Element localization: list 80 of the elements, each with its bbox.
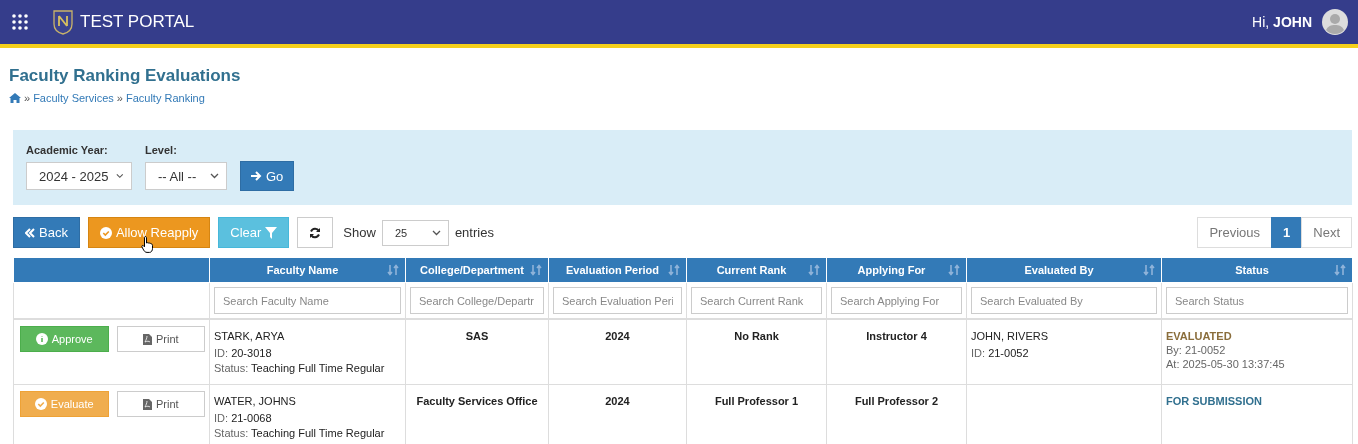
faculty-status: Status: Teaching Full Time Regular [214, 427, 386, 439]
filter-label: Academic Year: [26, 144, 109, 156]
home-icon[interactable] [9, 93, 21, 103]
caret-icon [210, 173, 219, 179]
faculty-name: STARK, ARYA [214, 330, 286, 342]
breadcrumb-separator: » [24, 92, 31, 104]
refresh-icon [309, 226, 322, 239]
go-button[interactable]: Go [240, 161, 295, 191]
table-cell: 2024 [605, 330, 630, 342]
table-cell: 2024 [605, 395, 630, 407]
column-header[interactable]: Applying For [826, 258, 967, 283]
column-header[interactable]: Current Rank [686, 258, 827, 283]
sort-icon[interactable] [668, 264, 680, 276]
filter-select[interactable]: 2024 - 2025 [26, 162, 132, 190]
breadcrumb-separator: » [116, 92, 123, 104]
sort-icon[interactable] [948, 264, 960, 276]
page-number-button[interactable]: 1 [1271, 217, 1303, 248]
previous-page-button[interactable]: Previous [1197, 217, 1273, 248]
check-circle-icon [99, 226, 112, 239]
print-button[interactable]: Print [116, 326, 205, 352]
status-text: EVALUATED [1166, 330, 1233, 342]
table-cell: Instructor 4 [866, 330, 927, 342]
status-detail: By: 21-0052 [1166, 344, 1227, 356]
faculty-id: ID: 20-3018 [214, 347, 273, 359]
column-search-field[interactable]: Search Faculty Name [214, 287, 401, 314]
sort-icon[interactable] [1334, 264, 1346, 276]
faculty-status: Status: Teaching Full Time Regular [214, 362, 386, 374]
table-cell: Full Professor 1 [714, 395, 799, 407]
sort-icon[interactable] [1143, 264, 1155, 276]
column-search-field[interactable]: Search Evaluated By [971, 287, 1157, 314]
approve-button[interactable]: Approve [20, 326, 109, 352]
column-search-field[interactable]: Search College/Departr [410, 287, 544, 314]
column-header[interactable]: Faculty Name [209, 258, 406, 283]
faculty-id: ID: 21-0068 [214, 412, 273, 424]
double-chevron-left-icon [25, 227, 35, 238]
caret-icon [116, 173, 124, 179]
column-search-field[interactable]: Search Applying For [831, 287, 962, 314]
filter-icon [265, 226, 278, 239]
check-circle-icon [34, 398, 47, 410]
shield-logo-icon [52, 9, 74, 35]
sort-icon[interactable] [530, 264, 542, 276]
pdf-file-icon [142, 333, 152, 345]
column-header[interactable]: College/Department [405, 258, 549, 283]
column-header[interactable]: Evaluated By [966, 258, 1162, 283]
sort-icon[interactable] [808, 264, 820, 276]
user-avatar-icon[interactable] [1322, 9, 1348, 35]
page-size-select[interactable]: 25 [381, 219, 449, 246]
evaluator-name: JOHN, RIVERS [971, 330, 1049, 342]
column-search-field[interactable]: Search Current Rank [691, 287, 822, 314]
column-header[interactable]: Status [1161, 258, 1353, 283]
show-label: Show [343, 225, 376, 240]
greeting-text: Hi, JOHN [1252, 14, 1312, 30]
caret-icon [431, 229, 441, 236]
evaluator-id: ID: 21-0052 [971, 347, 1030, 359]
table-cell: SAS [465, 330, 489, 342]
breadcrumb-link[interactable]: Faculty Ranking [125, 92, 205, 104]
column-header[interactable]: Evaluation Period [548, 258, 687, 283]
faculty-name: WATER, JOHNS [214, 395, 297, 407]
breadcrumb-link[interactable]: Faculty Services [33, 92, 114, 104]
status-text: FOR SUBMISSION [1166, 395, 1263, 407]
portal-title: TEST PORTAL [80, 12, 195, 32]
filter-select[interactable]: -- All -- [145, 162, 227, 190]
apps-grid-icon[interactable] [12, 14, 28, 30]
table-cell: No Rank [734, 330, 779, 342]
info-icon [35, 333, 48, 345]
refresh-button[interactable] [297, 217, 334, 248]
arrow-right-icon [251, 171, 262, 181]
page-title: Faculty Ranking Evaluations [9, 66, 242, 86]
back-button[interactable]: Back [13, 217, 80, 248]
sort-icon[interactable] [387, 264, 399, 276]
entries-label: entries [454, 225, 494, 240]
table-cell: Faculty Services Office [416, 395, 538, 407]
status-detail: At: 2025-05-30 13:37:45 [1166, 358, 1286, 370]
next-page-button[interactable]: Next [1301, 217, 1352, 248]
column-search-field[interactable]: Search Status [1166, 287, 1348, 314]
print-button[interactable]: Print [116, 391, 205, 417]
pdf-file-icon [142, 398, 152, 410]
column-search-field[interactable]: Search Evaluation Peri [553, 287, 682, 314]
table-cell: Full Professor 2 [854, 395, 939, 407]
filter-label: Level: [145, 144, 178, 156]
